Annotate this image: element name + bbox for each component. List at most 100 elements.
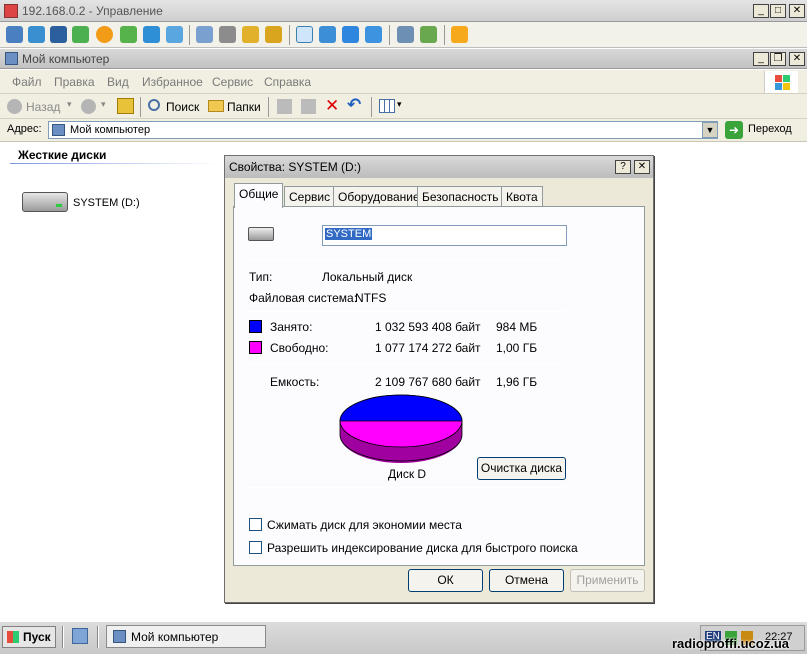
watermark: radioproffi.ucoz.ua [672,636,789,651]
power-icon[interactable] [96,26,113,43]
toolbar-separator [289,25,290,45]
capacity-short: 1,96 ГБ [496,375,538,389]
fullscreen-icon[interactable] [296,26,313,43]
compress-label: Сжимать диск для экономии места [267,518,462,532]
menu-file[interactable]: Файл [12,75,42,89]
explorer-titlebar: Мой компьютер _ ❐ ✕ [0,49,807,69]
taskbar-item-my-computer[interactable]: Мой компьютер [106,625,266,648]
delete-icon[interactable]: ✕ [325,96,339,116]
phone-icon[interactable] [143,26,160,43]
disconnect-icon[interactable] [451,26,468,43]
index-checkbox[interactable] [249,541,262,554]
move-to-icon[interactable] [277,99,292,114]
tab-security[interactable]: Безопасность [417,186,504,207]
back-button-label[interactable]: Назад [26,100,60,114]
address-bar: Адрес: Мой компьютер ▼ ➜ Переход [0,119,807,142]
start-button[interactable]: Пуск [2,626,56,648]
remote-minimize-button[interactable]: _ [753,4,769,18]
views-dropdown-icon[interactable]: ▾ [397,99,402,110]
menu-tools[interactable]: Сервис [212,75,253,89]
views-icon[interactable] [379,99,395,113]
type-value: Локальный диск [322,270,413,284]
dialog-close-button[interactable]: ✕ [634,160,650,174]
remote-close-button[interactable]: ✕ [789,4,805,18]
type-label: Тип: [249,270,273,284]
keyboard-icon[interactable] [6,26,23,43]
remote-restore-button[interactable]: □ [770,4,786,18]
screenshot-icon[interactable] [397,26,414,43]
explorer-minimize-button[interactable]: _ [753,52,769,66]
search-button-label[interactable]: Поиск [166,100,199,114]
section-divider [10,163,220,164]
toolbar-separator [371,97,372,117]
menu-help[interactable]: Справка [264,75,311,89]
window-icon[interactable] [342,26,359,43]
filesystem-label: Файловая система: [249,291,358,305]
address-dropdown-button[interactable]: ▼ [702,122,718,138]
menu-view[interactable]: Вид [107,75,129,89]
menu-edit[interactable]: Правка [54,75,95,89]
tab-quota[interactable]: Квота [501,186,543,207]
volume-name-input[interactable]: SYSTEM [322,225,567,246]
tab-general[interactable]: Общие [234,183,284,208]
separator [248,487,566,488]
unlock-icon[interactable] [265,26,282,43]
used-bytes: 1 032 593 408 байт [375,320,481,334]
menu-favorites[interactable]: Избранное [142,75,203,89]
capacity-label: Емкость: [270,375,320,389]
capacity-bytes: 2 109 767 680 байт [375,375,481,389]
quick-launch-separator [97,626,99,648]
show-desktop-icon[interactable] [72,628,88,644]
folders-button-label[interactable]: Папки [227,100,261,114]
search-icon[interactable] [148,99,160,111]
screen-icon[interactable] [28,26,45,43]
free-bytes: 1 077 174 272 байт [375,341,481,355]
help-button[interactable]: ? [615,160,631,174]
drive-item[interactable]: SYSTEM (D:) [20,188,180,216]
tools-icon[interactable] [420,26,437,43]
tab-hardware[interactable]: Оборудование [333,186,425,207]
up-folder-icon[interactable] [117,98,134,114]
explorer-close-button[interactable]: ✕ [789,52,805,66]
network-icon[interactable] [219,26,236,43]
cancel-button[interactable]: Отмена [489,569,564,592]
forward-dropdown-icon[interactable]: ▾ [101,99,106,110]
transfer-icon[interactable] [72,26,89,43]
tab-service[interactable]: Сервис [284,186,336,207]
toolbar-separator [444,25,445,45]
undo-icon[interactable]: ↶ [347,95,361,115]
drive-icon [248,227,274,241]
used-short: 984 МБ [496,320,538,334]
lock-icon[interactable] [242,26,259,43]
windows-logo-icon [764,71,798,93]
ok-button[interactable]: ОК [408,569,483,592]
computer-icon [52,124,65,136]
back-icon[interactable] [7,99,22,114]
apply-button[interactable]: Применить [570,569,645,592]
toolbar-separator [189,25,190,45]
windows-flag-icon [7,631,19,643]
refresh-icon[interactable] [120,26,137,43]
section-header: Жесткие диски [18,148,107,162]
go-icon[interactable]: ➜ [725,121,743,139]
separator [248,260,566,261]
toolbar-separator [140,97,141,117]
forward-icon[interactable] [81,99,96,114]
folders-icon[interactable] [208,100,224,112]
go-button-label[interactable]: Переход [748,123,792,135]
scale-icon[interactable] [365,26,382,43]
volume-name-value: SYSTEM [325,228,373,240]
explorer-maximize-button[interactable]: ❐ [770,52,786,66]
user-icon[interactable] [196,26,213,43]
console-icon[interactable] [50,26,67,43]
chat-icon[interactable] [166,26,183,43]
disk-label: Диск D [388,467,427,481]
copy-to-icon[interactable] [301,99,316,114]
toolbar-separator [389,25,390,45]
compress-checkbox[interactable] [249,518,262,531]
disk-cleanup-button[interactable]: Очистка диска [477,457,566,480]
fit-window-icon[interactable] [319,26,336,43]
back-dropdown-icon[interactable]: ▾ [67,99,72,110]
dialog-titlebar: Свойства: SYSTEM (D:) ? ✕ [225,156,653,178]
address-input[interactable]: Мой компьютер [48,121,718,139]
